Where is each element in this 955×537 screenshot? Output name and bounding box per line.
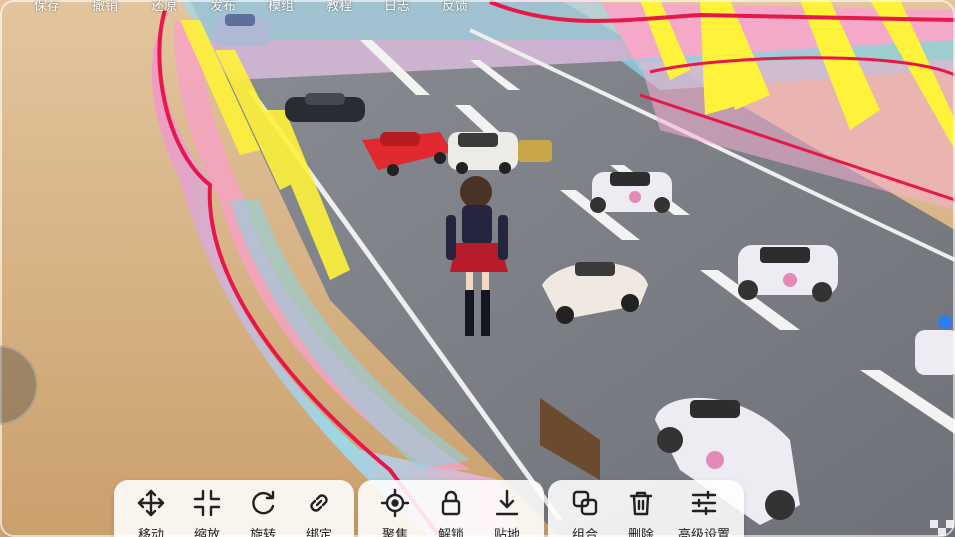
menu-feedback[interactable]: 反馈 (442, 0, 468, 18)
group-icon (572, 490, 598, 516)
group-label: 组合 (571, 528, 598, 537)
scene-artwork (0, 0, 955, 537)
trash-icon (629, 491, 653, 516)
menu-save[interactable]: 保存 (34, 0, 60, 18)
car-police-2 (738, 245, 838, 302)
link-button[interactable]: 绑定 (290, 480, 348, 537)
car-white-small (448, 132, 518, 174)
link-label: 绑定 (305, 528, 332, 537)
sliders-icon (691, 490, 717, 516)
menu-undo[interactable]: 撤销 (92, 0, 118, 18)
toolbar-transform-group: 移动 缩放 旋转 绑定 (114, 480, 354, 537)
advanced-settings-button[interactable]: 高级设置 (672, 480, 736, 537)
move-label: 移动 (137, 528, 164, 537)
unlock-button[interactable]: 解锁 (422, 480, 480, 537)
menu-log[interactable]: 日志 (384, 0, 410, 18)
scale-label: 缩放 (193, 528, 220, 537)
lock-icon (441, 490, 461, 516)
link-icon (310, 494, 328, 512)
focus-label: 聚焦 (381, 528, 408, 537)
game-viewport[interactable] (0, 0, 955, 537)
menu-publish[interactable]: 发布 (210, 0, 236, 18)
rotate-label: 旋转 (249, 528, 276, 537)
rotate-icon (252, 490, 275, 515)
menu-modules[interactable]: 模组 (268, 0, 294, 18)
unlock-label: 解锁 (437, 528, 464, 537)
scale-button[interactable]: 缩放 (178, 480, 236, 537)
move-icon (137, 489, 165, 517)
group-button[interactable]: 组合 (556, 480, 614, 537)
move-button[interactable]: 移动 (122, 480, 180, 537)
delete-label: 删除 (627, 528, 654, 537)
car-police-1 (590, 172, 672, 213)
focus-button[interactable]: 聚焦 (366, 480, 424, 537)
snap-to-ground-button[interactable]: 贴地 (478, 480, 536, 537)
toolbar-edit-group: 组合 删除 高级设置 (548, 480, 744, 537)
advanced-settings-label: 高级设置 (677, 528, 730, 537)
top-menu-bar: 保存 撤销 还原 发布 模组 教程 日志 反馈 (0, 0, 955, 18)
delete-button[interactable]: 删除 (612, 480, 670, 537)
menu-restore[interactable]: 还原 (151, 0, 177, 18)
snap-to-ground-label: 贴地 (493, 528, 520, 537)
gold-object (518, 140, 552, 162)
car-far-blue (215, 14, 270, 46)
scale-icon (193, 489, 221, 517)
focus-icon (380, 488, 410, 518)
menu-tutorial[interactable]: 教程 (326, 0, 352, 18)
snap-to-ground-icon (495, 489, 519, 516)
car-dark (285, 93, 365, 122)
toolbar-placement-group: 聚焦 解锁 贴地 (358, 480, 544, 537)
rotate-button[interactable]: 旋转 (234, 480, 292, 537)
